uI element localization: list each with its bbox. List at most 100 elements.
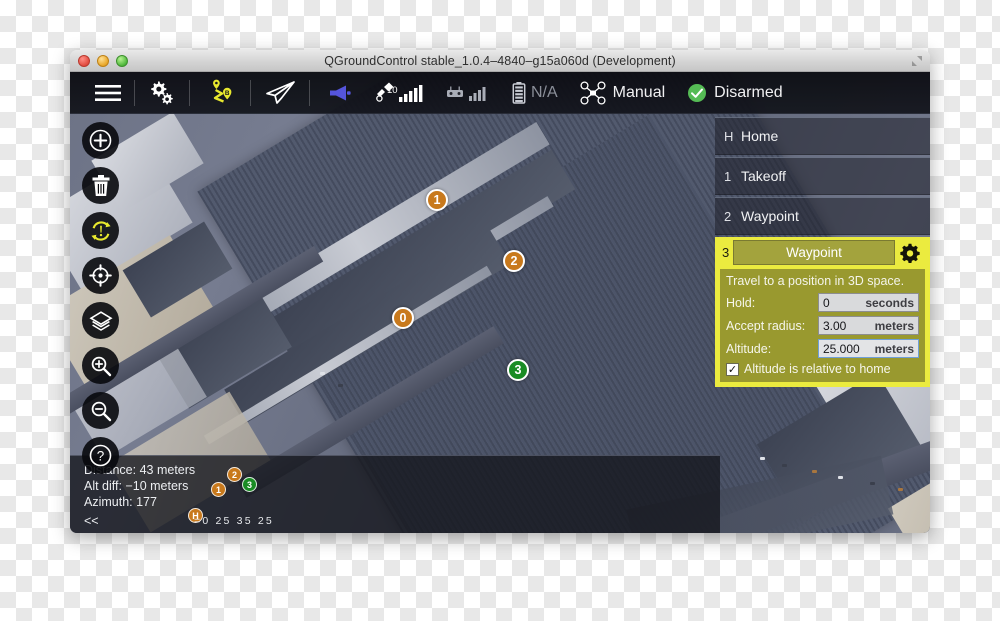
mission-item-command: Home bbox=[741, 128, 779, 144]
map-tools-strip: ? bbox=[82, 122, 119, 474]
gps-satellite-count: 10 bbox=[387, 84, 398, 96]
hamburger-menu-icon[interactable] bbox=[82, 72, 134, 114]
gps-signal-bars bbox=[399, 84, 423, 102]
mission-item-home[interactable]: H Home bbox=[715, 117, 930, 155]
mission-item-sequence: 3 bbox=[722, 245, 730, 260]
svg-text:B: B bbox=[225, 90, 230, 97]
altitude-profile-values: =0 25 35 25 bbox=[194, 515, 274, 527]
application-body: 0123 B 10 N/A Manual Disarmed ? H Home 1… bbox=[70, 72, 930, 533]
field-value: 25.000 bbox=[823, 341, 860, 356]
mission-item-sequence: 2 bbox=[724, 208, 732, 224]
profile-marker-2[interactable]: 2 bbox=[227, 467, 242, 482]
gears-icon bbox=[151, 81, 173, 104]
sync-warning-icon bbox=[90, 220, 111, 241]
route-ab-icon: B bbox=[213, 79, 232, 103]
mission-item-description: Travel to a position in 3D space. bbox=[726, 274, 905, 288]
altitude-relative-row[interactable]: ✓ Altitude is relative to home bbox=[726, 362, 919, 376]
trash-icon bbox=[92, 174, 109, 196]
profile-marker-1[interactable]: 1 bbox=[211, 482, 226, 497]
rc-controller-icon bbox=[447, 86, 463, 97]
field-row: Accept radius: 3.00 meters bbox=[726, 316, 919, 335]
mission-items-panel: H Home 1 Takeoff 2 Waypoint 3 Waypoint Travel… bbox=[715, 114, 930, 387]
plus-circle-icon bbox=[89, 129, 112, 152]
field-label: Hold: bbox=[726, 295, 756, 310]
crosshair-icon bbox=[89, 264, 112, 287]
field-value: 0 bbox=[823, 295, 830, 310]
quadcopter-icon bbox=[580, 80, 606, 105]
mission-item-list: H Home 1 Takeoff 2 Waypoint bbox=[715, 117, 930, 237]
waypoint-marker-0[interactable]: 0 bbox=[392, 307, 414, 329]
mission-item-selected[interactable]: 3 Waypoint bbox=[715, 237, 930, 269]
center-map-button[interactable] bbox=[82, 257, 119, 294]
help-button[interactable]: ? bbox=[82, 437, 119, 474]
magnifier-minus-icon bbox=[91, 401, 111, 421]
map-layers-button[interactable] bbox=[82, 302, 119, 339]
field-unit: meters bbox=[874, 341, 914, 356]
status-alt-diff: Alt diff: −10 meters bbox=[84, 479, 189, 493]
application-window: QGroundControl stable_1.0.4–4840–g15a060… bbox=[70, 50, 930, 533]
close-button[interactable] bbox=[78, 55, 90, 67]
mission-item-sequence: H bbox=[724, 128, 734, 144]
mission-item-command: Waypoint bbox=[741, 208, 799, 224]
mission-command-button[interactable]: Waypoint bbox=[733, 240, 895, 265]
mission-item-waypoint[interactable]: 2 Waypoint bbox=[715, 197, 930, 235]
main-toolbar: B 10 N/A Manual Disarmed bbox=[70, 72, 930, 114]
field-input[interactable]: 25.000 meters bbox=[818, 339, 919, 358]
mission-item-takeoff[interactable]: 1 Takeoff bbox=[715, 157, 930, 195]
battery-indicator[interactable]: N/A bbox=[501, 81, 569, 104]
plan-button[interactable]: B bbox=[190, 72, 250, 114]
zoom-in-button[interactable] bbox=[82, 347, 119, 384]
armed-status-label: Disarmed bbox=[714, 83, 783, 101]
vehicle-mode-indicator[interactable]: Manual bbox=[569, 80, 676, 105]
battery-icon bbox=[512, 81, 526, 104]
question-circle-icon: ? bbox=[89, 444, 112, 467]
vehicle-mode-label: Manual bbox=[612, 83, 666, 101]
rc-indicator[interactable] bbox=[435, 84, 501, 102]
delete-waypoint-button[interactable] bbox=[82, 167, 119, 204]
waypoint-marker-1[interactable]: 1 bbox=[426, 189, 448, 211]
mission-item-sequence: 1 bbox=[724, 168, 732, 184]
field-label: Accept radius: bbox=[726, 318, 806, 333]
fly-button[interactable] bbox=[251, 72, 309, 114]
minimize-button[interactable] bbox=[97, 55, 109, 67]
field-unit: seconds bbox=[865, 295, 914, 310]
waypoint-marker-3[interactable]: 3 bbox=[507, 359, 529, 381]
window-titlebar: QGroundControl stable_1.0.4–4840–g15a060… bbox=[70, 50, 930, 72]
layers-icon bbox=[88, 310, 113, 331]
setup-button[interactable] bbox=[135, 72, 189, 114]
mission-item-detail-card: Travel to a position in 3D space. Hold: 0… bbox=[715, 269, 930, 387]
field-label: Altitude: bbox=[726, 341, 772, 356]
zoom-button[interactable] bbox=[116, 55, 128, 67]
altitude-relative-checkbox[interactable]: ✓ bbox=[726, 362, 739, 376]
status-azimuth: Azimuth: 177 bbox=[84, 495, 157, 509]
gear-icon[interactable] bbox=[895, 243, 925, 263]
armed-indicator[interactable]: Disarmed bbox=[676, 83, 793, 103]
check-circle-icon bbox=[688, 83, 707, 102]
add-waypoint-button[interactable] bbox=[82, 122, 119, 159]
rc-signal-bars bbox=[469, 86, 486, 101]
collapse-status-button[interactable]: << bbox=[84, 513, 195, 529]
altitude-relative-label: Altitude is relative to home bbox=[744, 362, 891, 376]
paper-plane-icon bbox=[266, 80, 295, 104]
field-row: Altitude: 25.000 meters bbox=[726, 339, 919, 358]
window-controls bbox=[78, 55, 128, 67]
magnifier-plus-icon bbox=[91, 356, 111, 376]
window-title: QGroundControl stable_1.0.4–4840–g15a060… bbox=[324, 53, 676, 68]
zoom-out-button[interactable] bbox=[82, 392, 119, 429]
message-indicator[interactable] bbox=[310, 83, 363, 103]
field-unit: meters bbox=[874, 318, 914, 333]
waypoint-marker-2[interactable]: 2 bbox=[503, 250, 525, 272]
mission-status-bar: Distance: 43 meters Alt diff: −10 meters… bbox=[70, 455, 720, 533]
field-input[interactable]: 0 seconds bbox=[818, 293, 919, 312]
fullscreen-icon[interactable] bbox=[911, 55, 923, 67]
mission-item-command: Takeoff bbox=[741, 168, 786, 184]
profile-marker-3[interactable]: 3 bbox=[242, 477, 257, 492]
field-row: Hold: 0 seconds bbox=[726, 293, 919, 312]
field-input[interactable]: 3.00 meters bbox=[818, 316, 919, 335]
field-value: 3.00 bbox=[823, 318, 847, 333]
megaphone-icon bbox=[330, 85, 351, 100]
sync-mission-button[interactable] bbox=[82, 212, 119, 249]
svg-text:?: ? bbox=[97, 449, 105, 464]
gps-indicator[interactable]: 10 bbox=[363, 82, 435, 104]
battery-value: N/A bbox=[531, 83, 558, 101]
